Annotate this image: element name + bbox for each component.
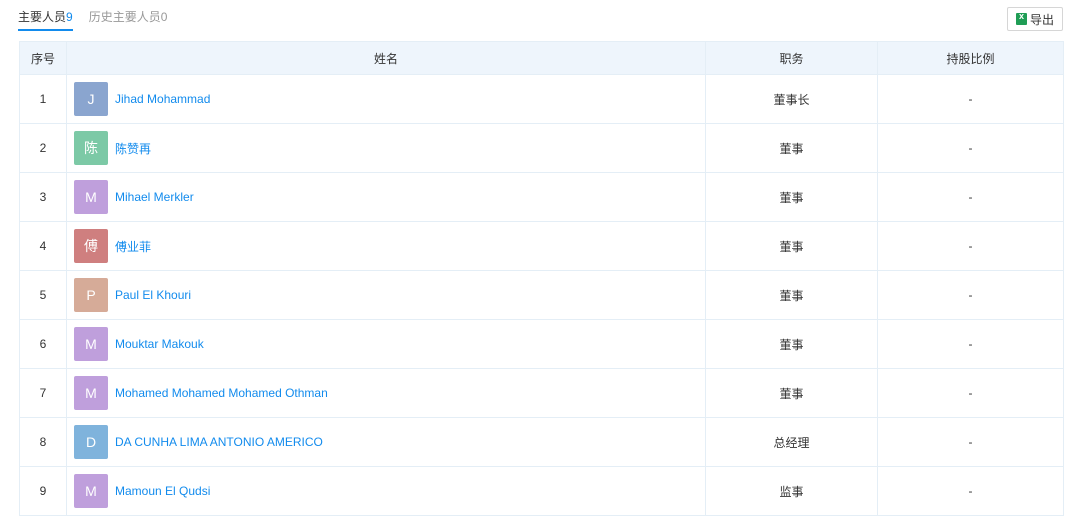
column-header-role: 职务 <box>705 41 878 75</box>
table-header-row: 序号 姓名 职务 持股比例 <box>19 41 1064 75</box>
role-cell: 董事 <box>705 221 878 271</box>
row-index: 2 <box>19 123 67 173</box>
tab-count: 0 <box>160 10 168 24</box>
role-cell: 董事 <box>705 319 878 369</box>
share-cell: - <box>877 221 1064 271</box>
row-index: 9 <box>19 466 67 516</box>
personnel-table: 序号 姓名 职务 持股比例 1 J Jihad Mohammad 董事长 -2 陈陈赞再董… <box>19 41 1064 516</box>
table-row: 2 陈陈赞再 董事 - <box>19 123 1064 173</box>
person-name-link[interactable]: Mihael Merkler <box>115 190 194 204</box>
export-label: 导出 <box>1029 12 1054 27</box>
role-cell: 监事 <box>705 466 878 516</box>
name-cell: M Mouktar Makouk <box>66 319 706 369</box>
table-row: 1 J Jihad Mohammad 董事长 - <box>19 74 1064 124</box>
row-index: 1 <box>19 74 67 124</box>
role-cell: 董事 <box>705 123 878 173</box>
avatar: P <box>74 278 108 312</box>
role-cell: 总经理 <box>705 417 878 467</box>
name-cell: 陈陈赞再 <box>66 123 706 173</box>
row-index: 5 <box>19 270 67 320</box>
name-cell: M Mamoun El Qudsi <box>66 466 706 516</box>
avatar: D <box>74 425 108 459</box>
share-cell: - <box>877 417 1064 467</box>
role-cell: 董事 <box>705 270 878 320</box>
row-index: 3 <box>19 172 67 222</box>
share-cell: - <box>877 466 1064 516</box>
share-cell: - <box>877 368 1064 418</box>
avatar: M <box>74 180 108 214</box>
person-name-link[interactable]: Mohamed Mohamed Mohamed Othman <box>115 386 328 400</box>
name-cell: P Paul El Khouri <box>66 270 706 320</box>
table-row: 9 M Mamoun El Qudsi 监事 - <box>19 466 1064 516</box>
row-index: 7 <box>19 368 67 418</box>
role-cell: 董事 <box>705 172 878 222</box>
avatar: M <box>74 376 108 410</box>
share-cell: - <box>877 123 1064 173</box>
table-row: 7 M Mohamed Mohamed Mohamed Othman 董事 - <box>19 368 1064 418</box>
column-header-index: 序号 <box>19 41 67 75</box>
tab-bar: 主要人员9 历史主要人员0 <box>18 0 183 32</box>
name-cell: M Mohamed Mohamed Mohamed Othman <box>66 368 706 418</box>
share-cell: - <box>877 74 1064 124</box>
avatar: 傅 <box>74 229 108 263</box>
person-name-link[interactable]: Mamoun El Qudsi <box>115 484 210 498</box>
person-name-link[interactable]: DA CUNHA LIMA ANTONIO AMERICO <box>115 435 323 449</box>
row-index: 8 <box>19 417 67 467</box>
avatar: M <box>74 474 108 508</box>
name-cell: J Jihad Mohammad <box>66 74 706 124</box>
tab-label: 历史主要人员 <box>88 10 161 24</box>
share-cell: - <box>877 319 1064 369</box>
row-index: 6 <box>19 319 67 369</box>
tab-key-personnel[interactable]: 主要人员9 <box>18 0 73 32</box>
share-cell: - <box>877 270 1064 320</box>
avatar: M <box>74 327 108 361</box>
tab-count: 9 <box>66 10 73 24</box>
tab-label: 主要人员 <box>18 10 67 24</box>
role-cell: 董事 <box>705 368 878 418</box>
table-row: 5 P Paul El Khouri 董事 - <box>19 270 1064 320</box>
export-button[interactable]: 导出 <box>1007 7 1063 31</box>
column-header-share: 持股比例 <box>877 41 1064 75</box>
name-cell: M Mihael Merkler <box>66 172 706 222</box>
avatar: J <box>74 82 108 116</box>
tab-history-key-personnel[interactable]: 历史主要人员0 <box>89 0 168 32</box>
row-index: 4 <box>19 221 67 271</box>
column-header-name: 姓名 <box>66 41 706 75</box>
avatar: 陈 <box>74 131 108 165</box>
role-cell: 董事长 <box>705 74 878 124</box>
table-row: 8 D DA CUNHA LIMA ANTONIO AMERICO 总经理 - <box>19 417 1064 467</box>
person-name-link[interactable]: Jihad Mohammad <box>115 92 210 106</box>
person-name-link[interactable]: Mouktar Makouk <box>115 337 204 351</box>
person-name-link[interactable]: Paul El Khouri <box>115 288 191 302</box>
share-cell: - <box>877 172 1064 222</box>
table-row: 3 M Mihael Merkler 董事 - <box>19 172 1064 222</box>
person-name-link[interactable]: 陈赞再 <box>115 140 151 157</box>
name-cell: 傅傅业菲 <box>66 221 706 271</box>
name-cell: D DA CUNHA LIMA ANTONIO AMERICO <box>66 417 706 467</box>
table-row: 6 M Mouktar Makouk 董事 - <box>19 319 1064 369</box>
excel-icon <box>1015 11 1027 25</box>
table-row: 4 傅傅业菲 董事 - <box>19 221 1064 271</box>
person-name-link[interactable]: 傅业菲 <box>115 238 151 255</box>
